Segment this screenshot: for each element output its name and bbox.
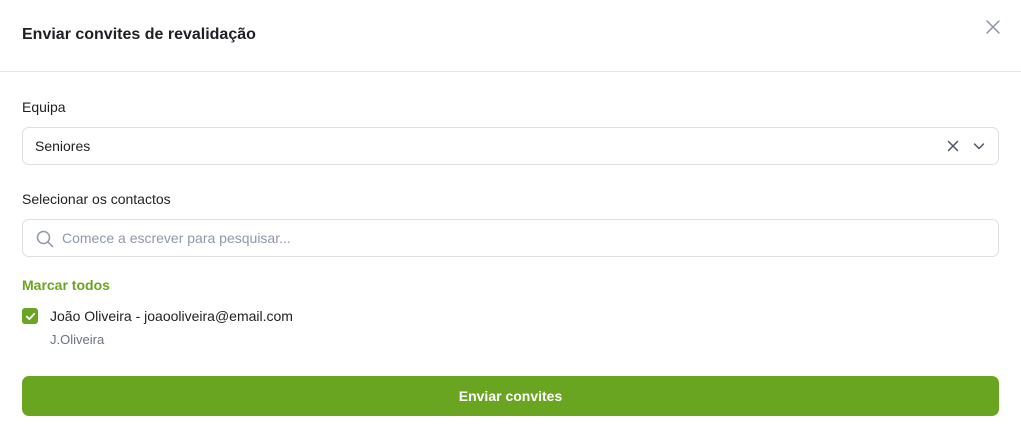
- team-select[interactable]: Seniores: [22, 127, 999, 165]
- dialog-header: Enviar convites de revalidação: [0, 0, 1021, 72]
- list-item: João Oliveira - joaooliveira@email.com J…: [22, 307, 622, 349]
- contact-checkbox[interactable]: [22, 308, 38, 324]
- revalidation-invite-dialog: Enviar convites de revalidação Equipa Se…: [0, 0, 1021, 438]
- team-select-value: Seniores: [35, 138, 91, 154]
- contacts-label: Selecionar os contactos: [22, 191, 171, 207]
- team-select-toggle[interactable]: [972, 139, 986, 153]
- contact-name: João Oliveira - joaooliveira@email.com: [50, 308, 293, 324]
- contact-username: J.Oliveira: [50, 332, 105, 347]
- close-icon: [986, 20, 1000, 34]
- send-invites-button[interactable]: Enviar convites: [22, 376, 999, 416]
- close-button[interactable]: [983, 17, 1003, 37]
- checkmark-icon: [25, 312, 35, 320]
- search-icon: [36, 230, 54, 248]
- clear-selection-button[interactable]: [946, 139, 960, 153]
- team-label: Equipa: [22, 99, 66, 115]
- contacts-search: [22, 219, 999, 257]
- mark-all-link[interactable]: Marcar todos: [22, 277, 110, 293]
- clear-selection-icon: [947, 140, 959, 152]
- chevron-down-icon: [973, 143, 985, 150]
- dialog-title: Enviar convites de revalidação: [22, 26, 256, 43]
- contacts-search-input[interactable]: [62, 220, 982, 256]
